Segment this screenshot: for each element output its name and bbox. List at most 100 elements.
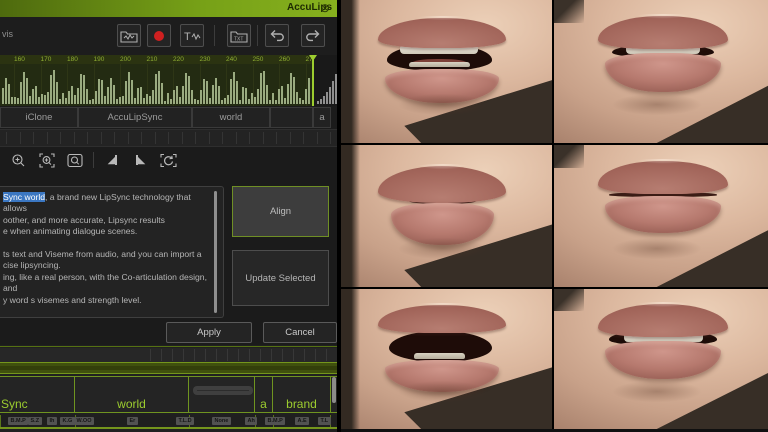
- close-icon[interactable]: ⊗: [320, 1, 330, 15]
- ruler-tick: 160: [14, 56, 25, 63]
- word-tab[interactable]: iClone: [0, 107, 78, 128]
- lower-teeth: [414, 353, 465, 360]
- mouth-preview-pursed-small-opening: [341, 145, 552, 287]
- align-prev-button[interactable]: ◢: [103, 151, 122, 170]
- align-next-button[interactable]: ◣: [131, 151, 150, 170]
- viseme-badge[interactable]: S.Z: [28, 417, 42, 425]
- zoom-fit-button[interactable]: [65, 151, 84, 170]
- svg-text:T: T: [184, 31, 191, 43]
- word-tab[interactable]: AccuLipSync: [78, 107, 192, 128]
- upper-lip: [598, 13, 729, 50]
- view-toolbar: ◢ ◣: [0, 147, 337, 173]
- apply-button[interactable]: Apply: [166, 322, 252, 343]
- ruler-tick: 200: [120, 56, 131, 63]
- zoom-selection-icon: [38, 152, 55, 168]
- viseme-badge[interactable]: W.OO: [74, 417, 94, 425]
- record-button[interactable]: [147, 24, 171, 47]
- chin-shadow: [592, 233, 721, 265]
- description-scrollbar[interactable]: [214, 191, 217, 313]
- viseme-badge[interactable]: None: [212, 417, 231, 425]
- viseme-badge[interactable]: B.M.P: [8, 417, 29, 425]
- update-selected-button[interactable]: Update Selected: [232, 250, 329, 306]
- word-segment[interactable]: a: [255, 377, 273, 412]
- lower-lip: [605, 340, 722, 379]
- time-ruler[interactable]: 160170180190200210220230240250260270: [0, 55, 337, 64]
- timeline-clip-bar[interactable]: [193, 386, 253, 395]
- word-segment[interactable]: world: [75, 377, 189, 412]
- chin-shadow: [592, 88, 721, 121]
- viseme-badge[interactable]: Ah: [245, 417, 258, 425]
- ruler-tick: 240: [226, 56, 237, 63]
- word-segment-label: Sync: [1, 397, 28, 411]
- background-corner: [554, 145, 584, 168]
- word-track[interactable]: Sync world a brand: [0, 376, 337, 413]
- import-audio-button[interactable]: [117, 24, 141, 47]
- cancel-button[interactable]: Cancel: [263, 322, 337, 343]
- main-toolbar: vis T TXT: [0, 17, 337, 56]
- viseme-badge[interactable]: T.L: [318, 417, 331, 425]
- timeline-range-slider[interactable]: [0, 362, 337, 374]
- audio-waveform[interactable]: 160170180190200210220230240250260270: [0, 55, 337, 106]
- mouth-preview-wide-open-oh: [341, 289, 552, 429]
- title-bar[interactable]: AccuLips ⊗: [0, 0, 337, 17]
- viseme-badge[interactable]: B.M.P: [265, 417, 286, 425]
- chin-shadow: [378, 375, 506, 407]
- viseme-badge[interactable]: A.E: [295, 417, 310, 425]
- upper-lip: [378, 164, 507, 204]
- word-segment-label: a: [260, 397, 267, 411]
- acculips-panel: AccuLips ⊗ vis T TXT 160 170 180 190 200…: [0, 0, 337, 432]
- folder-waveform-icon: [120, 30, 138, 43]
- description-line: Sync world, a brand new LipSync technolo…: [3, 192, 191, 214]
- viseme-track[interactable]: B.M.P S.Z Ih K.G W.OO Er T.L.D None Ah B.M.P A.E T.…: [0, 415, 337, 427]
- redo-button[interactable]: [301, 24, 325, 47]
- word-segment-row: iClone AccuLipSync world a: [0, 107, 337, 128]
- word-tab[interactable]: world: [192, 107, 270, 128]
- ruler-tick: 190: [93, 56, 105, 63]
- upper-lip: [378, 302, 507, 333]
- timeline-top-rule: [0, 346, 337, 347]
- description-line: ing, like a real person, with the Co-art…: [3, 271, 207, 294]
- lower-lip: [605, 195, 722, 233]
- lips: [593, 154, 734, 242]
- mouth-preview-slightly-open-teeth: [554, 289, 768, 429]
- text-to-speech-button[interactable]: T: [180, 24, 204, 47]
- description-line: [3, 238, 211, 249]
- viseme-badge[interactable]: Ih: [47, 417, 57, 425]
- zoom-fit-icon: [66, 153, 83, 167]
- playhead[interactable]: [309, 55, 317, 106]
- description-line: cise lipsyncing.: [3, 260, 61, 271]
- background-edge: [341, 0, 360, 143]
- word-segment-label: brand: [286, 397, 317, 411]
- align-button[interactable]: Align: [232, 186, 329, 237]
- description-text: Sync world, a brand new LipSync technolo…: [3, 192, 211, 317]
- word-segment[interactable]: brand: [273, 377, 331, 412]
- background-corner: [554, 289, 584, 312]
- viseme-badge[interactable]: K.G: [60, 417, 75, 425]
- zoom-in-button[interactable]: [9, 151, 28, 170]
- upper-lip: [598, 158, 729, 194]
- mouth-preview-grid: [341, 0, 768, 429]
- align-prev-icon: ◢: [107, 154, 116, 166]
- background-corner: [554, 0, 584, 23]
- viseme-divider: [0, 415, 1, 427]
- description-line: e when animating dialogue scenes.: [3, 226, 138, 237]
- undo-button[interactable]: [265, 24, 289, 47]
- bottom-timeline: Sync world a brand B.M.P S.Z Ih K.G W.OO Er T.L.D…: [0, 345, 337, 432]
- viseme-badge[interactable]: Er: [127, 417, 138, 425]
- word-tab[interactable]: [270, 107, 313, 128]
- viseme-badge[interactable]: T.L.D: [176, 417, 195, 425]
- import-script-button[interactable]: TXT: [227, 24, 251, 47]
- redo-arrow-icon: [306, 30, 320, 42]
- upper-lip: [378, 15, 507, 48]
- timeline-bottom-rule: [0, 427, 337, 429]
- word-segment[interactable]: Sync: [0, 377, 75, 412]
- loop-button[interactable]: [159, 151, 178, 170]
- lips: [593, 297, 734, 384]
- timeline-scrollbar[interactable]: [332, 377, 336, 403]
- word-tab[interactable]: a: [313, 107, 331, 128]
- zoom-selection-button[interactable]: [37, 151, 56, 170]
- lips: [593, 9, 734, 98]
- description-panel[interactable]: Sync world, a brand new LipSync technolo…: [0, 186, 224, 318]
- mouth-preview-open-teeth-tongue: [341, 0, 552, 143]
- viseme-strip[interactable]: [0, 129, 337, 147]
